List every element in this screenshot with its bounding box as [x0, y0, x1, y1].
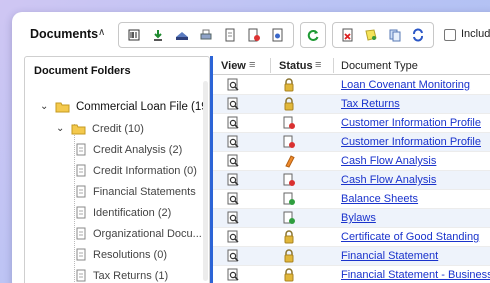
table-row[interactable]: Financial Statement - Business	[213, 266, 490, 283]
tree-item-credit[interactable]: ⌄ Credit (10)	[56, 118, 144, 139]
document-icon	[76, 206, 86, 219]
document-type-link[interactable]: Cash Flow Analysis	[341, 174, 436, 186]
filter-icon[interactable]: ≡	[315, 59, 321, 71]
tree-item-label: Tax Returns (1)	[93, 269, 169, 282]
sync-icon[interactable]	[407, 24, 431, 46]
document-type-link[interactable]: Certificate of Good Standing	[341, 231, 479, 243]
document-icon	[76, 185, 86, 198]
table-row[interactable]: Certificate of Good Standing	[213, 228, 490, 247]
folder-icon	[71, 124, 86, 134]
table-row[interactable]: Financial Statement	[213, 247, 490, 266]
document-icon	[76, 269, 86, 282]
tree-item-credit-information[interactable]: Credit Information (0)	[75, 160, 197, 181]
document-type-link[interactable]: Cash Flow Analysis	[341, 155, 436, 167]
document-type-link[interactable]: Customer Information Profile	[341, 136, 481, 148]
chevron-up-icon[interactable]: ∧	[98, 27, 105, 38]
download-icon[interactable]	[146, 24, 170, 46]
refresh-icon[interactable]	[304, 24, 322, 46]
column-separator[interactable]	[333, 58, 334, 73]
tree-item-label: Credit Information (0)	[93, 164, 197, 177]
document-type-link[interactable]: Financial Statement	[341, 250, 438, 262]
tree-item-tax-returns[interactable]: Tax Returns (1)	[75, 265, 168, 283]
document-actions-group	[118, 22, 294, 48]
folders-scrollbar[interactable]	[203, 81, 208, 281]
remove-icon[interactable]	[336, 24, 360, 46]
document-icon	[76, 248, 86, 261]
table-row[interactable]: Tax Returns	[213, 95, 490, 114]
tree-item-financial-statements[interactable]: Financial Statements	[75, 181, 196, 202]
chevron-down-icon[interactable]: ⌄	[40, 101, 55, 112]
include-checkbox[interactable]	[444, 29, 456, 41]
scanner-icon[interactable]	[170, 24, 194, 46]
view-document-icon[interactable]	[227, 268, 240, 283]
refresh-group	[300, 22, 326, 48]
tree-item-label: Credit Analysis (2)	[93, 143, 183, 156]
documents-toolbar: Documents ∧ Includ	[12, 12, 490, 56]
document-icon	[76, 143, 86, 156]
tree-item-label: Commercial Loan File (19	[76, 100, 208, 113]
table-row[interactable]: Cash Flow Analysis	[213, 171, 490, 190]
tree-item-resolutions[interactable]: Resolutions (0)	[75, 244, 167, 265]
tree-item-commercial-loan-file[interactable]: ⌄ Commercial Loan File (19	[40, 96, 208, 117]
barcode-icon[interactable]	[122, 24, 146, 46]
info-document-icon[interactable]	[266, 24, 290, 46]
table-row[interactable]: Loan Covenant Monitoring	[213, 76, 490, 95]
tree-item-label: Resolutions (0)	[93, 248, 167, 261]
status-lock-icon	[283, 268, 295, 283]
document-icon[interactable]	[218, 24, 242, 46]
document-type-link[interactable]: Financial Statement - Business	[341, 269, 490, 281]
include-label: Includ	[461, 28, 490, 40]
grid-header: View ≡ Status ≡ Document Type	[213, 56, 490, 75]
document-type-link[interactable]: Balance Sheets	[341, 193, 418, 205]
tree-item-label: Credit (10)	[92, 122, 144, 135]
documents-grid: View ≡ Status ≡ Document Type Loan Coven…	[210, 56, 490, 283]
tree-item-label: Financial Statements	[93, 185, 196, 198]
tree-item-label: Identification (2)	[93, 206, 172, 219]
delete-document-icon[interactable]	[242, 24, 266, 46]
folders-heading: Document Folders	[34, 65, 131, 77]
document-icon	[76, 164, 86, 177]
document-type-link[interactable]: Tax Returns	[341, 98, 400, 110]
copy-icon[interactable]	[383, 24, 407, 46]
table-row[interactable]: Balance Sheets	[213, 190, 490, 209]
table-row[interactable]: Customer Information Profile	[213, 114, 490, 133]
document-type-link[interactable]: Customer Information Profile	[341, 117, 481, 129]
tree-item-credit-analysis[interactable]: Credit Analysis (2)	[75, 139, 182, 160]
documents-panel: Documents ∧ Includ Document Folders ⌄ Co…	[12, 12, 490, 283]
column-separator[interactable]	[270, 58, 271, 73]
document-folders-pane: Document Folders ⌄ Commercial Loan File …	[24, 56, 210, 283]
table-row[interactable]: Bylaws	[213, 209, 490, 228]
document-icon	[76, 227, 86, 240]
tree-item-organizational-documents[interactable]: Organizational Docu...	[75, 223, 202, 244]
tree-item-identification[interactable]: Identification (2)	[75, 202, 171, 223]
column-header-view[interactable]: View	[221, 60, 246, 72]
table-row[interactable]: Customer Information Profile	[213, 133, 490, 152]
column-header-document-type[interactable]: Document Type	[341, 60, 418, 72]
folder-icon	[55, 102, 70, 112]
filter-icon[interactable]: ≡	[249, 59, 255, 71]
chevron-down-icon[interactable]: ⌄	[56, 123, 71, 134]
column-header-status[interactable]: Status	[279, 60, 313, 72]
tree-item-label: Organizational Docu...	[93, 227, 202, 240]
note-icon[interactable]	[360, 24, 384, 46]
document-type-link[interactable]: Loan Covenant Monitoring	[341, 79, 470, 91]
table-row[interactable]: Cash Flow Analysis	[213, 152, 490, 171]
document-type-link[interactable]: Bylaws	[341, 212, 376, 224]
print-icon[interactable]	[194, 24, 218, 46]
documents-title: Documents	[30, 27, 99, 41]
misc-actions-group	[332, 22, 434, 48]
